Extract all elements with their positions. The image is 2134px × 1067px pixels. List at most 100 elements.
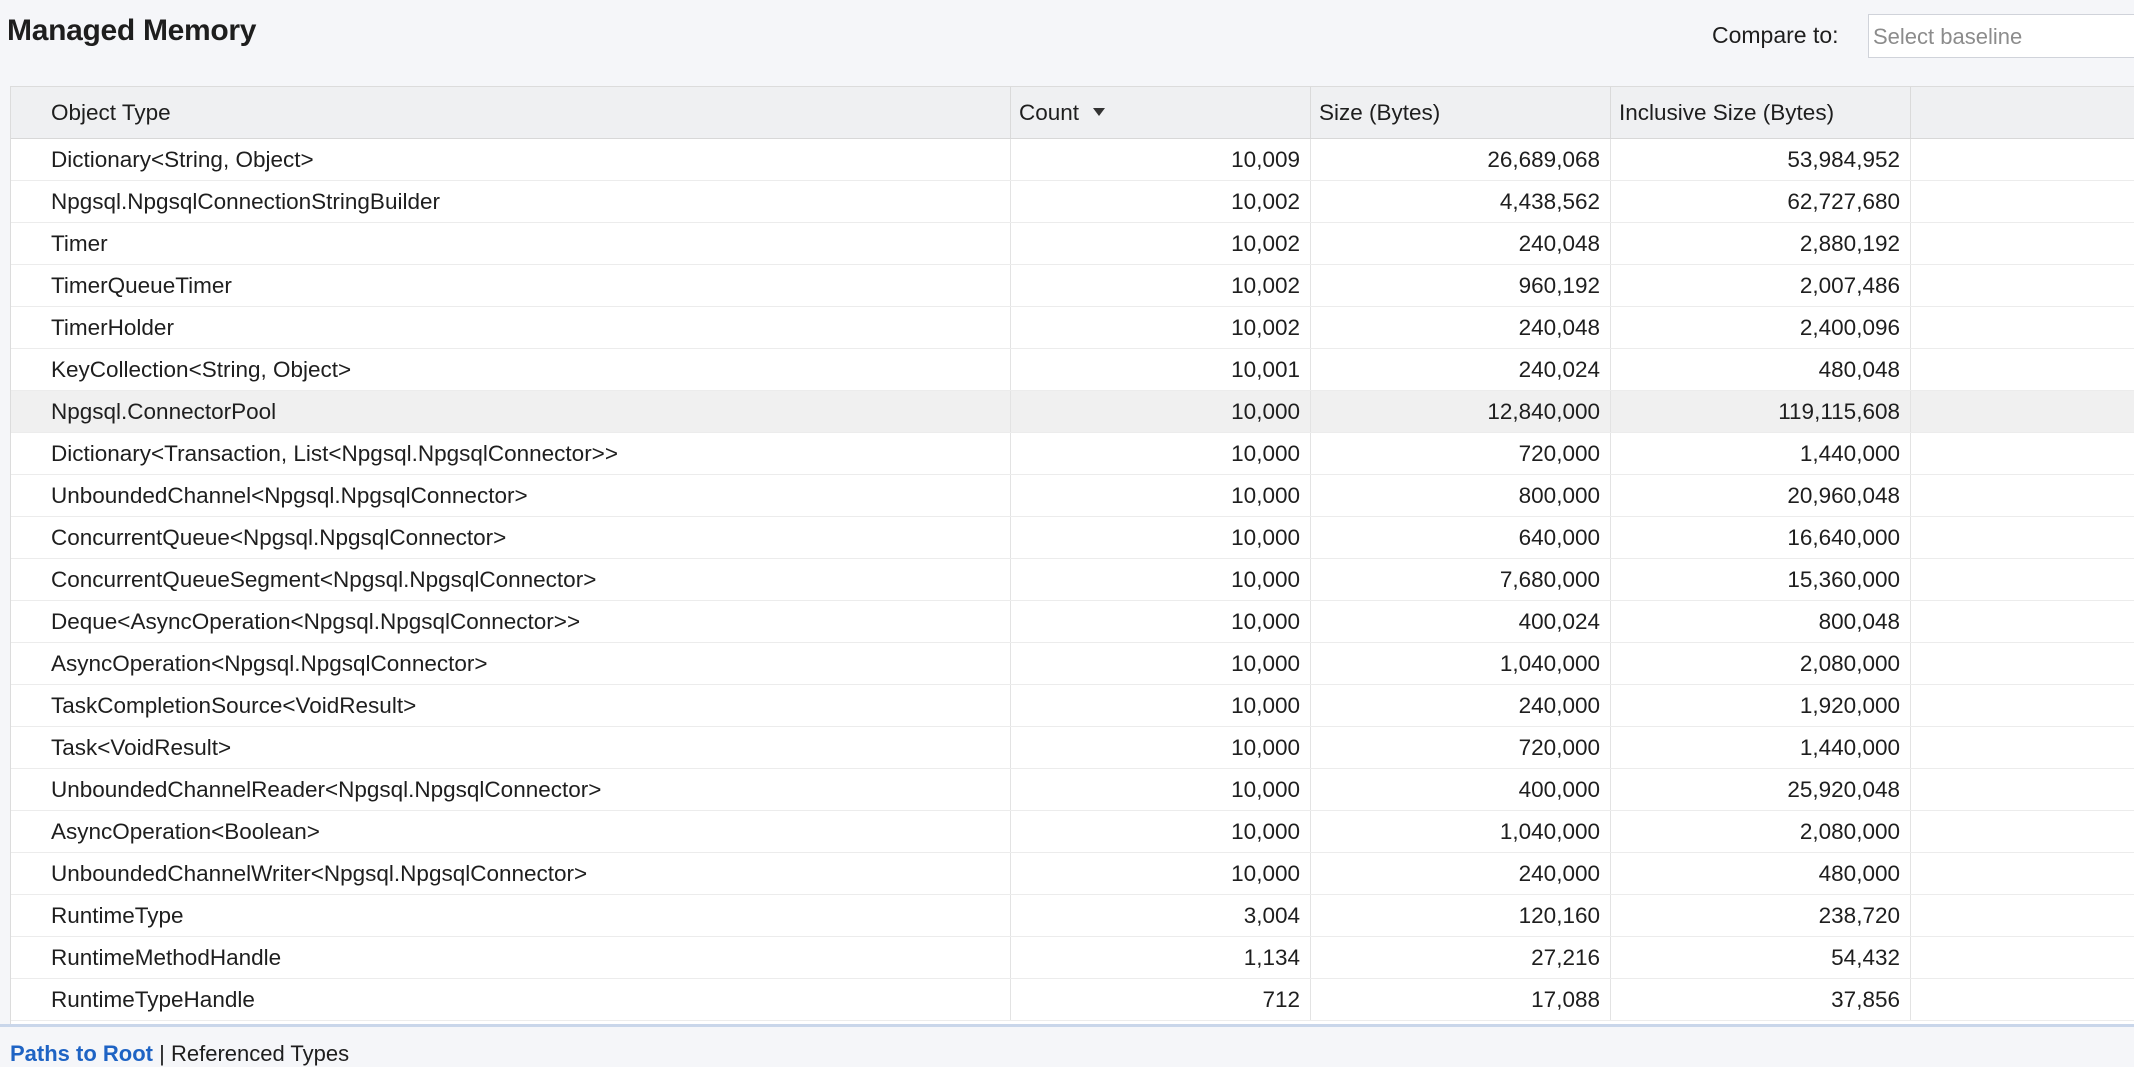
table-row[interactable]: RuntimeType 3,004 120,160 238,720 xyxy=(11,895,2134,937)
cell-object-type: UnboundedChannelWriter<Npgsql.NpgsqlConn… xyxy=(11,853,1011,894)
cell-filler xyxy=(1911,139,2134,180)
cell-inclusive-size: 2,880,192 xyxy=(1611,223,1911,264)
cell-inclusive-size: 1,440,000 xyxy=(1611,727,1911,768)
cell-object-type: UnboundedChannel<Npgsql.NpgsqlConnector> xyxy=(11,475,1011,516)
cell-size: 4,438,562 xyxy=(1311,181,1611,222)
cell-size: 12,840,000 xyxy=(1311,391,1611,432)
cell-count: 10,002 xyxy=(1011,307,1311,348)
cell-filler xyxy=(1911,727,2134,768)
cell-object-type: Npgsql.ConnectorPool xyxy=(11,391,1011,432)
cell-object-type: Task<VoidResult> xyxy=(11,727,1011,768)
cell-inclusive-size: 20,960,048 xyxy=(1611,475,1911,516)
table-row[interactable]: UnboundedChannelReader<Npgsql.NpgsqlConn… xyxy=(11,769,2134,811)
cell-count: 10,000 xyxy=(1011,769,1311,810)
table-row[interactable]: ConcurrentQueueSegment<Npgsql.NpgsqlConn… xyxy=(11,559,2134,601)
cell-filler xyxy=(1911,223,2134,264)
cell-inclusive-size: 53,984,952 xyxy=(1611,139,1911,180)
column-header-label: Inclusive Size (Bytes) xyxy=(1619,100,1835,125)
cell-inclusive-size: 119,115,608 xyxy=(1611,391,1911,432)
cell-object-type: RuntimeType xyxy=(11,895,1011,936)
cell-inclusive-size: 62,727,680 xyxy=(1611,181,1911,222)
cell-filler xyxy=(1911,181,2134,222)
column-header-size[interactable]: Size (Bytes) xyxy=(1311,87,1611,138)
cell-inclusive-size: 16,640,000 xyxy=(1611,517,1911,558)
cell-inclusive-size: 2,007,486 xyxy=(1611,265,1911,306)
table-row[interactable]: Dictionary<String, Object> 10,009 26,689,0… xyxy=(11,139,2134,181)
table-row[interactable]: TimerHolder 10,002 240,048 2,400,096 xyxy=(11,307,2134,349)
table-row[interactable]: TimerQueueTimer 10,002 960,192 2,007,486 xyxy=(11,265,2134,307)
table-row[interactable]: RuntimeMethodHandle 1,134 27,216 54,432 xyxy=(11,937,2134,979)
cell-filler xyxy=(1911,769,2134,810)
tab-paths-to-root[interactable]: Paths to Root xyxy=(10,1041,153,1066)
cell-object-type: Npgsql.NpgsqlConnectionStringBuilder xyxy=(11,181,1011,222)
bottom-tabs: Paths to Root | Referenced Types xyxy=(10,1041,349,1067)
cell-filler xyxy=(1911,433,2134,474)
cell-object-type: UnboundedChannelReader<Npgsql.NpgsqlConn… xyxy=(11,769,1011,810)
column-header-object-type[interactable]: Object Type xyxy=(11,87,1011,138)
grid-body: Dictionary<String, Object> 10,009 26,689,0… xyxy=(11,139,2134,1021)
cell-size: 400,000 xyxy=(1311,769,1611,810)
cell-size: 800,000 xyxy=(1311,475,1611,516)
cell-inclusive-size: 480,048 xyxy=(1611,349,1911,390)
cell-object-type: TimerQueueTimer xyxy=(11,265,1011,306)
cell-inclusive-size: 2,080,000 xyxy=(1611,811,1911,852)
cell-size: 240,048 xyxy=(1311,223,1611,264)
cell-count: 3,004 xyxy=(1011,895,1311,936)
cell-count: 10,002 xyxy=(1011,181,1311,222)
table-row[interactable]: Timer 10,002 240,048 2,880,192 xyxy=(11,223,2134,265)
table-row[interactable]: UnboundedChannel<Npgsql.NpgsqlConnector>… xyxy=(11,475,2134,517)
table-row[interactable]: RuntimeTypeHandle 712 17,088 37,856 xyxy=(11,979,2134,1021)
cell-size: 1,040,000 xyxy=(1311,811,1611,852)
table-row[interactable]: Npgsql.NpgsqlConnectionStringBuilder 10,0… xyxy=(11,181,2134,223)
table-row[interactable]: Dictionary<Transaction, List<Npgsql.Npgs… xyxy=(11,433,2134,475)
column-header-filler xyxy=(1911,87,2134,138)
cell-object-type: Timer xyxy=(11,223,1011,264)
table-row[interactable]: UnboundedChannelWriter<Npgsql.NpgsqlConn… xyxy=(11,853,2134,895)
table-row[interactable]: KeyCollection<String, Object> 10,001 240,0… xyxy=(11,349,2134,391)
compare-label: Compare to: xyxy=(1712,22,1839,48)
grid-header-row: Object Type Count Size (Bytes) Inclusive… xyxy=(11,87,2134,139)
cell-filler xyxy=(1911,265,2134,306)
sort-descending-icon xyxy=(1093,108,1106,117)
table-row[interactable]: AsyncOperation<Npgsql.NpgsqlConnector> 10… xyxy=(11,643,2134,685)
cell-size: 240,048 xyxy=(1311,307,1611,348)
cell-filler xyxy=(1911,475,2134,516)
cell-count: 1,134 xyxy=(1011,937,1311,978)
baseline-select[interactable]: Select baseline xyxy=(1868,14,2134,58)
cell-object-type: Dictionary<String, Object> xyxy=(11,139,1011,180)
cell-size: 7,680,000 xyxy=(1311,559,1611,600)
cell-size: 240,000 xyxy=(1311,685,1611,726)
cell-count: 10,000 xyxy=(1011,727,1311,768)
table-row[interactable]: Task<VoidResult> 10,000 720,000 1,440,000 xyxy=(11,727,2134,769)
column-header-inclusive-size[interactable]: Inclusive Size (Bytes) xyxy=(1611,87,1911,138)
cell-filler xyxy=(1911,979,2134,1020)
cell-inclusive-size: 238,720 xyxy=(1611,895,1911,936)
table-row[interactable]: ConcurrentQueue<Npgsql.NpgsqlConnector> 1… xyxy=(11,517,2134,559)
table-row[interactable]: Deque<AsyncOperation<Npgsql.NpgsqlConnec… xyxy=(11,601,2134,643)
cell-count: 10,000 xyxy=(1011,433,1311,474)
cell-inclusive-size: 2,080,000 xyxy=(1611,643,1911,684)
cell-size: 27,216 xyxy=(1311,937,1611,978)
table-row[interactable]: AsyncOperation<Boolean> 10,000 1,040,000 2,… xyxy=(11,811,2134,853)
cell-object-type: KeyCollection<String, Object> xyxy=(11,349,1011,390)
table-row[interactable]: TaskCompletionSource<VoidResult> 10,000 24… xyxy=(11,685,2134,727)
cell-object-type: ConcurrentQueue<Npgsql.NpgsqlConnector> xyxy=(11,517,1011,558)
page-title: Managed Memory xyxy=(7,14,257,47)
column-header-count[interactable]: Count xyxy=(1011,87,1311,138)
tab-referenced-types[interactable]: Referenced Types xyxy=(171,1041,349,1066)
cell-filler xyxy=(1911,391,2134,432)
cell-object-type: AsyncOperation<Boolean> xyxy=(11,811,1011,852)
cell-count: 10,000 xyxy=(1011,391,1311,432)
cell-filler xyxy=(1911,643,2134,684)
cell-count: 10,002 xyxy=(1011,265,1311,306)
cell-object-type: AsyncOperation<Npgsql.NpgsqlConnector> xyxy=(11,643,1011,684)
cell-filler xyxy=(1911,349,2134,390)
cell-filler xyxy=(1911,895,2134,936)
table-row[interactable]: Npgsql.ConnectorPool 10,000 12,840,000 119,… xyxy=(11,391,2134,433)
cell-inclusive-size: 800,048 xyxy=(1611,601,1911,642)
cell-size: 26,689,068 xyxy=(1311,139,1611,180)
cell-count: 10,000 xyxy=(1011,853,1311,894)
cell-filler xyxy=(1911,307,2134,348)
cell-inclusive-size: 480,000 xyxy=(1611,853,1911,894)
cell-count: 10,000 xyxy=(1011,559,1311,600)
